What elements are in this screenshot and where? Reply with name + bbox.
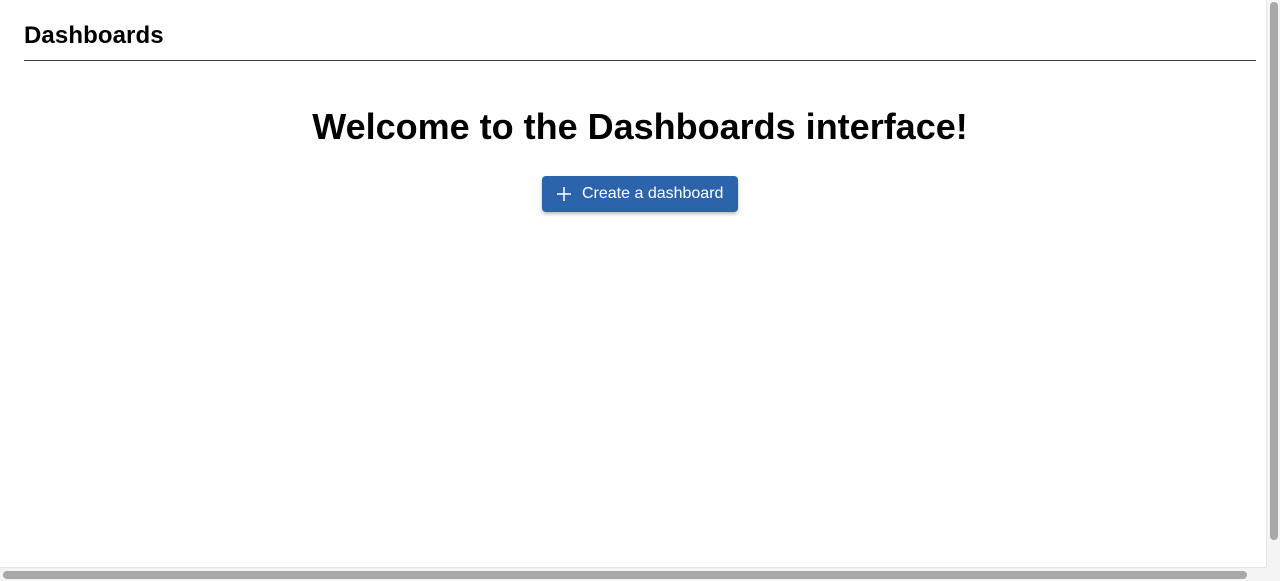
welcome-heading: Welcome to the Dashboards interface! [312, 106, 968, 147]
vertical-scrollbar[interactable] [1266, 0, 1280, 567]
page-title: Dashboards [24, 22, 164, 49]
horizontal-scrollbar[interactable] [0, 567, 1266, 581]
plus-icon [557, 187, 571, 201]
create-dashboard-label: Create a dashboard [582, 185, 724, 202]
page-header: Dashboards [24, 20, 1256, 61]
vertical-scrollbar-thumb[interactable] [1270, 2, 1278, 540]
create-dashboard-button[interactable]: Create a dashboard [542, 176, 738, 212]
horizontal-scrollbar-thumb[interactable] [3, 571, 1247, 579]
scrollbar-corner [1266, 567, 1280, 581]
dashboards-page: Dashboards Welcome to the Dashboards int… [0, 0, 1266, 567]
